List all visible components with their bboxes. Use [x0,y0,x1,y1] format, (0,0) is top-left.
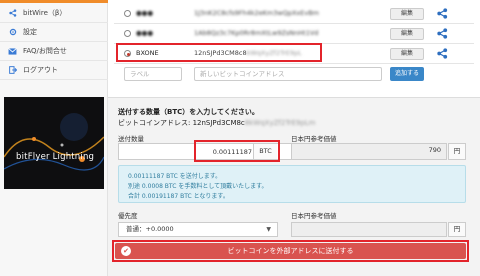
amount-label: 送付数量 [118,135,144,143]
address-row[interactable]: ●●● 1J3nK2C8cfs9Fh4k2eKm3wQpXxEvBm 編集 [114,4,474,24]
sidebar-item-bitwire[interactable]: bitWire（β） [0,4,108,22]
summary-line: 0.00111187 BTC を送付します。 [128,173,222,180]
share-icon [8,9,17,18]
jpy-value: 790 [428,146,441,154]
sidebar-item-settings[interactable]: 設定 [0,23,108,41]
send-address-line: ビットコインアドレス: 12nSJPd3CM8c8kWqXyZf2TrE9pLm [118,118,315,128]
edit-button[interactable]: 編集 [390,28,424,40]
send-panel: 送付する数量（BTC）を入力してください。 ビットコインアドレス: 12nSJP… [108,97,480,276]
send-title: 送付する数量（BTC）を入力してください。 [118,108,259,116]
address-value: 1Ab8Qz3c7Kp0Rr8mXtLw9ZsNnHt1Vd [194,29,319,37]
check-icon: ✔ [121,246,131,256]
logout-icon [8,66,17,75]
summary-line: 合計 0.00191187 BTC となります。 [128,193,229,200]
address-label: ●●● [136,9,154,17]
address-value: 1J3nK2C8cfs9Fh4k2eKm3wQpXxEvBm [194,9,319,17]
amount-highlight [194,140,280,162]
send-summary-alert: 0.00111187 BTC を送付します。 別途 0.0008 BTC を手数… [118,165,466,203]
send-address-visible: ビットコインアドレス: 12nSJPd3CM8c [118,119,245,127]
jpy-label: 日本円参考価値 [291,135,337,143]
address-row[interactable]: ●●● 1Ab8Qz3c7Kp0Rr8mXtLw9ZsNnHt1Vd 編集 [114,24,474,44]
new-address-input[interactable]: 新しいビットコインアドレス [194,67,382,81]
banner-graphic [4,97,104,189]
send-address-hidden: 8kWqXyZf2TrE9pLm [244,119,316,127]
add-address-row: ラベル 新しいビットコインアドレス 追加する [114,63,474,85]
address-label: ●●● [136,29,154,37]
edit-button[interactable]: 編集 [390,48,424,60]
gear-icon [8,28,17,37]
send-button-label: ビットコインを外部アドレスに送付する [227,247,354,255]
sidebar-top-stripe [0,0,108,3]
address-radio[interactable] [124,30,131,37]
sidebar-item-faq[interactable]: FAQ/お問合せ [0,42,108,60]
summary-line: 別途 0.0008 BTC を手数料として頂戴いたします。 [128,183,268,190]
caret-down-icon: ▼ [266,226,271,233]
bitflyer-lightning-banner[interactable]: bitFlyer Lightning [4,97,104,189]
priority-select[interactable]: 普通：+0.0000 ▼ [118,222,278,237]
fee-jpy-unit: 円 [448,222,466,237]
jpy-unit: 円 [448,143,466,160]
share-icon[interactable] [436,28,448,40]
main-content: ●●● 1J3nK2C8cfs9Fh4k2eKm3wQpXxEvBm 編集 ●●… [108,0,480,276]
sidebar-item-label: 設定 [23,28,37,36]
priority-label: 優先度 [118,212,138,220]
add-address-button[interactable]: 追加する [390,67,424,81]
edit-button[interactable]: 編集 [390,8,424,20]
selected-address-highlight [116,43,322,62]
priority-value: 普通：+0.0000 [126,225,174,233]
sidebar-item-label: ログアウト [23,66,58,74]
sidebar: bitWire（β） 設定 FAQ/お問合せ ログアウト bitFlyer Li… [0,0,108,276]
send-bitcoin-button[interactable]: ✔ ビットコインを外部アドレスに送付する [115,243,466,259]
sidebar-item-label: bitWire（β） [23,9,67,17]
sidebar-item-logout[interactable]: ログアウト [0,61,108,79]
new-label-input[interactable]: ラベル [124,67,182,81]
sidebar-item-label: FAQ/お問合せ [23,47,67,55]
mail-icon [8,47,17,56]
sidebar-divider [0,79,108,80]
fee-label: 日本円参考価値 [291,212,337,220]
share-icon[interactable] [436,48,448,60]
fee-jpy-field [291,222,447,237]
banner-text: bitFlyer Lightning [16,152,95,162]
share-icon[interactable] [436,8,448,20]
address-radio[interactable] [124,10,131,17]
